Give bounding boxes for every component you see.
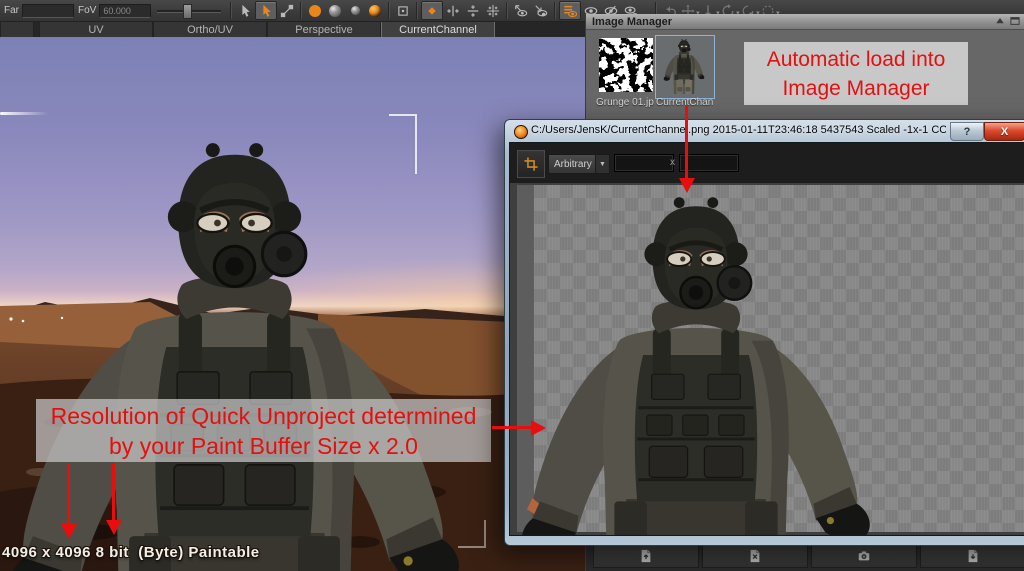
tab-uv[interactable]: UV	[39, 21, 153, 37]
arrow-to-resolution-left	[67, 464, 70, 525]
arrow-to-window-edge	[492, 426, 532, 429]
image-viewer-window[interactable]: C:/Users/JensK/CurrentChannel.png 2015-0…	[505, 120, 1024, 545]
mirror-horizontal-icon[interactable]	[443, 2, 463, 19]
paint-cursor-icon[interactable]	[255, 1, 277, 20]
thumbnail-label: Grunge 01.jpg	[596, 97, 654, 108]
soldier-image	[516, 187, 876, 535]
image-canvas[interactable]	[510, 183, 1024, 535]
crop-tool-button[interactable]	[517, 150, 545, 178]
node-edit-icon[interactable]	[277, 2, 297, 19]
chevron-down-icon[interactable]: ▼	[595, 155, 609, 173]
toolbar-separator	[506, 2, 508, 19]
select-cursor-icon[interactable]	[235, 2, 255, 19]
sky-contrail	[0, 112, 48, 115]
toolbar-separator	[388, 2, 390, 19]
flat-shading-icon[interactable]	[305, 2, 325, 19]
annotation-line: Image Manager	[744, 74, 968, 103]
capture-image-button[interactable]	[811, 544, 917, 568]
crop-mode-value: Arbitrary	[549, 159, 595, 170]
tab-partial[interactable]	[0, 21, 34, 37]
toolbar-separator	[416, 2, 418, 19]
full-shading-icon[interactable]	[345, 2, 365, 19]
arrow-to-image-window	[685, 106, 688, 179]
arrow-head	[61, 524, 77, 539]
arrow-to-resolution-right	[112, 464, 115, 521]
tab-ortho-uv[interactable]: Ortho/UV	[153, 21, 267, 37]
soldier-model[interactable]	[2, 130, 467, 571]
screen-mask-icon[interactable]	[393, 2, 413, 19]
annotation-line: Resolution of Quick Unproject determined	[36, 401, 491, 431]
arrow-head	[106, 520, 122, 535]
window-close-button[interactable]: X	[984, 122, 1024, 141]
annotation-line: Automatic load into	[744, 45, 968, 74]
app-screen: 4096 x 4096 8 bit (Byte) Paintable Far F…	[0, 0, 1024, 571]
project-forward-icon[interactable]	[511, 2, 531, 19]
lighting-icon[interactable]	[365, 2, 385, 19]
fov-label: FoV	[78, 5, 96, 16]
tab-perspective[interactable]: Perspective	[267, 21, 381, 37]
mirror-vertical-icon[interactable]	[463, 2, 483, 19]
crop-height-input[interactable]	[679, 154, 739, 172]
window-title: C:/Users/JensK/CurrentChannel.png 2015-0…	[531, 124, 946, 136]
paint-buffer-corner-bottom-right	[458, 520, 486, 548]
crop-width-input[interactable]	[614, 154, 674, 172]
toolbar-separator	[230, 2, 232, 19]
far-input[interactable]	[22, 4, 74, 18]
save-image-button[interactable]	[920, 544, 1024, 568]
arrow-head	[679, 178, 695, 193]
size-separator-label: x	[670, 157, 675, 168]
project-behind-icon[interactable]	[531, 2, 551, 19]
basic-shading-icon[interactable]	[325, 2, 345, 19]
image-manager-title: Image Manager	[592, 16, 672, 28]
annotation-auto-load: Automatic load into Image Manager	[744, 42, 968, 105]
window-body: Arbitrary ▼ x	[509, 142, 1024, 536]
remove-image-button[interactable]	[702, 544, 808, 568]
tab-current-channel[interactable]: CurrentChannel	[381, 21, 495, 37]
open-image-button[interactable]	[593, 544, 699, 568]
fov-slider-handle[interactable]	[183, 4, 192, 19]
window-help-button[interactable]: ?	[950, 122, 984, 141]
paint-buffer-corner-top-right	[389, 114, 417, 174]
mirror-quad-icon[interactable]	[483, 2, 503, 19]
annotation-resolution: Resolution of Quick Unproject determined…	[36, 399, 491, 462]
annotation-line: by your Paint Buffer Size x 2.0	[36, 431, 491, 461]
crop-toolbar: Arbitrary ▼ x	[510, 143, 1024, 183]
image-manager-header[interactable]: Image Manager	[586, 14, 1024, 30]
thumbnail-grunge[interactable]	[599, 38, 653, 92]
window-logo-icon	[514, 125, 528, 139]
fov-input[interactable]	[99, 4, 151, 18]
toolbar-separator	[300, 2, 302, 19]
arrow-head	[531, 420, 546, 436]
toolbar-separator	[554, 2, 556, 19]
paint-target-icon[interactable]	[421, 1, 443, 20]
thumbnail-current-channel[interactable]	[662, 38, 706, 92]
channel-resolution-status: 4096 x 4096 8 bit (Byte) Paintable	[2, 544, 260, 561]
fov-slider[interactable]	[157, 2, 221, 19]
paint-buffer-eye-icon[interactable]	[559, 1, 581, 20]
crop-mode-dropdown[interactable]: Arbitrary ▼	[548, 154, 610, 174]
far-label: Far	[4, 5, 19, 16]
collapse-panel-icon[interactable]	[994, 15, 1006, 27]
float-panel-icon[interactable]	[1009, 15, 1021, 27]
